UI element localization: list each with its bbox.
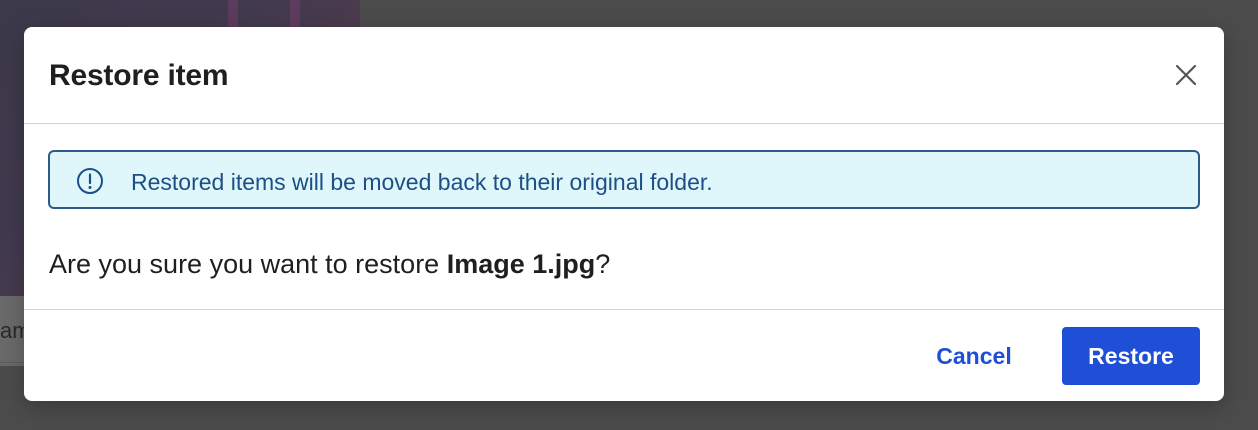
close-button[interactable] [1170,59,1202,91]
info-circle-icon [77,168,103,194]
dialog-footer: Cancel Restore [24,309,1224,401]
restore-button[interactable]: Restore [1062,327,1200,385]
confirmation-question: Are you sure you want to restore Image 1… [49,249,610,280]
alert-message: Restored items will be moved back to the… [131,169,713,195]
dialog-header: Restore item [24,27,1224,124]
question-prefix: Are you sure you want to restore [49,249,447,279]
info-alert: Restored items will be moved back to the… [48,150,1200,209]
close-icon [1175,64,1197,86]
restore-item-dialog: Restore item Restored items will be move… [24,27,1224,401]
question-suffix: ? [595,249,611,279]
cancel-button[interactable]: Cancel [919,327,1029,385]
item-name: Image 1.jpg [446,249,596,279]
dialog-title: Restore item [49,59,229,92]
